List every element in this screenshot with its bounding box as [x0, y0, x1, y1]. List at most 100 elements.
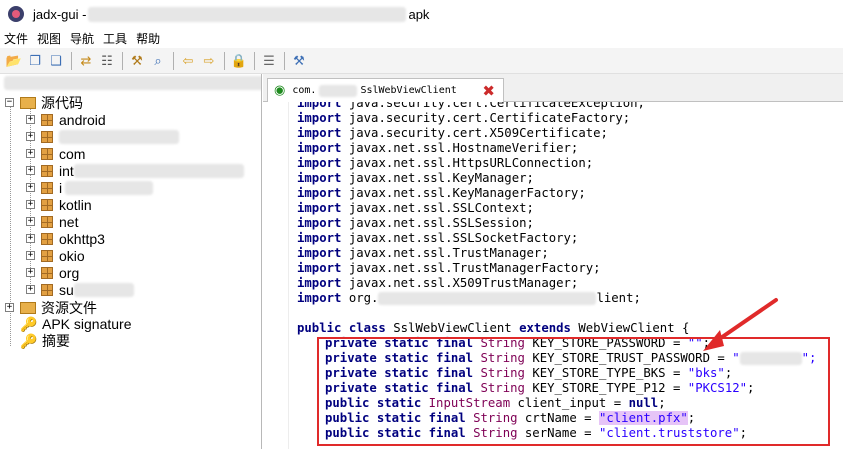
tree-package[interactable]: + android: [26, 111, 106, 128]
tree-node-apk-signature-label: APK signature: [42, 315, 132, 332]
code-line: import javax.net.ssl.HostnameVerifier;: [297, 141, 578, 156]
expand-icon[interactable]: +: [26, 132, 35, 141]
package-label: android: [59, 111, 106, 128]
expand-icon[interactable]: +: [26, 149, 35, 158]
package-label: org: [59, 264, 80, 281]
tree-package[interactable]: + org: [26, 264, 79, 281]
toolbar-separator: [284, 51, 285, 70]
keyword-import: import: [297, 261, 342, 275]
redacted-package-name: [73, 163, 244, 178]
code-line: import javax.net.ssl.KeyManagerFactory;: [297, 186, 586, 201]
lock-icon[interactable]: 🔒: [229, 51, 249, 71]
keyword-public-class: public class: [297, 321, 386, 335]
code-line: import javax.net.ssl.X509TrustManager;: [297, 276, 578, 291]
package-icon: [41, 249, 53, 262]
keyword-import: import: [297, 216, 342, 230]
package-icon: [41, 198, 53, 211]
tree-node-resources[interactable]: + 资源文件: [5, 299, 97, 316]
tree-package[interactable]: + int: [26, 162, 244, 179]
import-path: javax.net.ssl.KeyManagerFactory;: [348, 186, 586, 200]
save-icon[interactable]: ❑: [46, 51, 66, 71]
code-line: import java.security.cert.CertificateExc…: [297, 102, 645, 111]
expand-icon[interactable]: +: [26, 183, 35, 192]
window-title-suffix: apk: [408, 6, 430, 22]
search-icon[interactable]: ⚒: [127, 51, 147, 71]
back-icon[interactable]: ⇦: [178, 51, 198, 71]
menu-file[interactable]: 文件: [4, 30, 28, 47]
code-line: import javax.net.ssl.SSLSocketFactory;: [297, 231, 578, 246]
copy-icon[interactable]: ❐: [25, 51, 45, 71]
code-line: import javax.net.ssl.TrustManager;: [297, 246, 549, 261]
tree-node-summary-label: 摘要: [42, 332, 70, 349]
expand-icon[interactable]: +: [26, 285, 35, 294]
jadx-app-icon: [8, 6, 24, 22]
tree-package[interactable]: + com: [26, 145, 85, 162]
expand-icon[interactable]: +: [26, 200, 35, 209]
expand-icon[interactable]: +: [5, 303, 14, 312]
settings-icon[interactable]: ⚒: [289, 51, 309, 71]
code-line: import javax.net.ssl.KeyManager;: [297, 171, 534, 186]
log-icon[interactable]: ☰: [259, 51, 279, 71]
expand-icon[interactable]: +: [26, 217, 35, 226]
line-gutter: [263, 102, 289, 449]
sync-icon[interactable]: ⇄: [76, 51, 96, 71]
open-icon[interactable]: 📂: [4, 51, 24, 71]
import-path: javax.net.ssl.SSLContext;: [348, 201, 534, 215]
package-label: okio: [59, 247, 85, 264]
package-label: int: [59, 162, 74, 179]
tree-package[interactable]: + kotlin: [26, 196, 92, 213]
import-path: javax.net.ssl.TrustManagerFactory;: [348, 261, 601, 275]
expand-icon[interactable]: +: [26, 251, 35, 260]
menu-tools[interactable]: 工具: [103, 30, 127, 47]
folder-icon: [20, 301, 36, 314]
tab-ssl-webview-client[interactable]: ◉ com. SslWebViewClient ✖: [267, 78, 504, 102]
parent-class: WebViewClient {: [578, 321, 690, 335]
tree-package[interactable]: + su: [26, 281, 134, 298]
expand-icon[interactable]: +: [26, 166, 35, 175]
redacted-package-name: [73, 282, 134, 297]
code-line: import javax.net.ssl.SSLSession;: [297, 216, 534, 231]
import-path: javax.net.ssl.SSLSocketFactory;: [348, 231, 579, 245]
keyword-import: import: [297, 102, 342, 110]
find-icon[interactable]: ⌕: [148, 51, 168, 71]
expand-icon[interactable]: +: [26, 268, 35, 277]
menu-navigation[interactable]: 导航: [70, 30, 94, 47]
toolbar-separator: [173, 51, 174, 70]
package-label: i: [59, 179, 63, 196]
tree-package[interactable]: + net: [26, 213, 78, 230]
import-path: javax.net.ssl.TrustManager;: [348, 246, 549, 260]
project-tree[interactable]: − 源代码 + android + + com + int + i + kotl…: [0, 74, 262, 449]
import-path: javax.net.ssl.HostnameVerifier;: [348, 141, 579, 155]
keyword-import: import: [297, 156, 342, 170]
tree-package[interactable]: + i: [26, 179, 154, 196]
keyword-import: import: [297, 231, 342, 245]
menu-view[interactable]: 视图: [37, 30, 61, 47]
window-title: jadx-gui - apk: [33, 6, 430, 22]
tree-package[interactable]: + okio: [26, 247, 85, 264]
tree-package[interactable]: + okhttp3: [26, 230, 105, 247]
tree-package[interactable]: +: [26, 128, 179, 145]
forward-icon[interactable]: ⇨: [199, 51, 219, 71]
tree-node-source[interactable]: − 源代码: [5, 94, 83, 111]
tree-node-apk-signature[interactable]: 🔑 APK signature: [20, 315, 132, 332]
tree-icon[interactable]: ☷: [97, 51, 117, 71]
tree-node-summary[interactable]: 🔑 摘要: [20, 332, 70, 349]
keyword-import: import: [297, 126, 342, 140]
package-label: com: [59, 145, 86, 162]
code-line: import org. lient;: [297, 291, 641, 306]
expand-icon[interactable]: +: [26, 234, 35, 243]
redacted-apk-node: [4, 76, 261, 90]
import-path-prefix: org.: [348, 291, 379, 305]
collapse-icon[interactable]: −: [5, 98, 14, 107]
close-icon[interactable]: ✖: [482, 82, 495, 100]
tree-node-source-label: 源代码: [41, 94, 83, 111]
menu-help[interactable]: 帮助: [136, 30, 160, 47]
keyword-import: import: [297, 276, 342, 290]
expand-icon[interactable]: +: [26, 115, 35, 124]
redacted-import: [378, 292, 597, 305]
toolbar-separator: [254, 51, 255, 70]
import-path: javax.net.ssl.HttpsURLConnection;: [348, 156, 594, 170]
redacted-package-name: [65, 180, 154, 195]
code-line: import javax.net.ssl.SSLContext;: [297, 201, 534, 216]
editor-tab-strip: ◉ com. SslWebViewClient ✖: [263, 74, 843, 102]
